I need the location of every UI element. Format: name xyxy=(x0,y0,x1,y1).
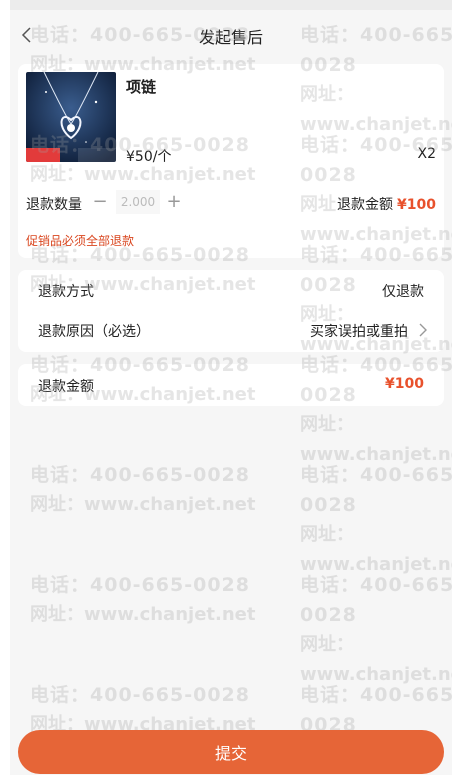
product-card: 项链 ¥50/个 X2 退款数量 − + 退款金额¥100 促销品必须全部退款 xyxy=(18,64,444,258)
refund-amount-label: 退款金额 xyxy=(337,197,394,213)
refund-method-card: 退款方式 仅退款 退款原因（必选） 买家误拍或重拍 xyxy=(18,270,444,352)
qty-minus-button[interactable]: − xyxy=(90,190,110,214)
status-strip xyxy=(10,0,452,10)
product-name: 项链 xyxy=(126,78,157,96)
watermark: 电话：400-665-0028网址：www.chanjet.net xyxy=(300,464,452,575)
submit-button[interactable]: 提交 xyxy=(18,730,444,774)
refund-method-label: 退款方式 xyxy=(38,284,94,300)
refund-reason-row[interactable]: 退款原因（必选） 买家误拍或重拍 xyxy=(18,310,444,350)
refund-amount: 退款金额 ¥100 xyxy=(337,194,436,214)
refund-method-row[interactable]: 退款方式 仅退款 xyxy=(18,270,444,310)
promo-note: 促销品必须全部退款 xyxy=(26,234,135,248)
phone-screen: 发起售后 项链 ¥50/个 X2 退款数量 − 2.000 + 退款金额 ¥10… xyxy=(10,0,452,775)
refund-total-label: 退款金额 xyxy=(38,379,94,395)
chevron-right-icon xyxy=(419,323,427,337)
refund-method-value: 仅退款 xyxy=(382,284,424,300)
watermark: 电话：400-665-0028网址：www.chanjet.net xyxy=(30,574,256,625)
refund-reason-value: 买家误拍或重拍 xyxy=(310,324,408,340)
refund-total-row: 退款金额 ¥100 xyxy=(18,365,444,405)
necklace-product-image xyxy=(26,72,116,162)
watermark: 电话：400-665-0028网址：www.chanjet.net xyxy=(300,574,452,685)
page-title: 发起售后 xyxy=(198,28,263,47)
product-quantity: X2 xyxy=(417,146,437,162)
watermark: 电话：400-665-0028网址：www.chanjet.net xyxy=(30,464,256,515)
refund-total-card: 退款金额 ¥100 xyxy=(18,364,444,406)
refund-qty-label: 退款数量 xyxy=(26,197,82,213)
refund-reason-label: 退款原因（必选） xyxy=(38,324,150,340)
refund-total-value: ¥100 xyxy=(385,376,424,392)
product-price: ¥50/个 xyxy=(126,149,172,165)
nav-bar: 发起售后 xyxy=(10,16,452,54)
refund-qty-input[interactable] xyxy=(116,190,160,214)
refund-amount-value: ¥100 xyxy=(397,197,436,213)
qty-plus-button[interactable]: + xyxy=(164,190,184,214)
